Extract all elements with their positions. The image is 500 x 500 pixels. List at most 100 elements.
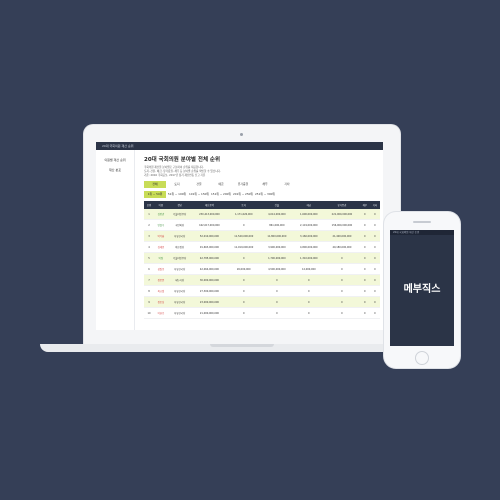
- cell-name: 최교일: [154, 285, 168, 297]
- table-row[interactable]: 8 최교일 자유한국당 27,300,000,000 0 0 0 0 0 0: [144, 285, 380, 297]
- cell-land: 0: [227, 252, 261, 264]
- cell-land: 0: [227, 274, 261, 286]
- cell-party: 더불어민주당: [167, 209, 192, 220]
- table-row[interactable]: 1 김병관 더불어민주당 230,413,000,000 1,171,026,000 4,…: [144, 209, 380, 220]
- cell-securities: 221,000,000,000: [324, 209, 360, 220]
- table-row[interactable]: 6 성일종 자유한국당 42,064,000,000 26,000,000 4,500,0…: [144, 263, 380, 275]
- tab-deposit[interactable]: 예금: [210, 181, 232, 188]
- table-row[interactable]: 9 정종섭 자유한국당 23,000,000,000 0 0 0 0 0 0: [144, 296, 380, 308]
- cell-etc: 0: [369, 230, 380, 242]
- table-row[interactable]: 3 박덕흠 자유한국당 52,010,000,000 11,540,000,000 11,…: [144, 230, 380, 242]
- cell-etc: 0: [369, 274, 380, 286]
- tab-debt[interactable]: 채무: [254, 181, 276, 188]
- cell-deposit: 4,800,000,000: [293, 241, 325, 253]
- category-tabs: 전체 토지 건물 예금 유가증권 채무 기타: [144, 181, 377, 188]
- col-name: 이름: [154, 201, 168, 209]
- cell-rank: 3: [144, 230, 155, 242]
- cell-securities: 156,000,000,000: [324, 219, 360, 231]
- tab-land[interactable]: 토지: [166, 181, 188, 188]
- cell-name: 김병관: [154, 209, 168, 220]
- desc-line: 기준: 2016 국회공보, 2017년 정기 재산변동 신고 기준: [144, 174, 206, 177]
- sidebar-item-rank[interactable]: 의원별 재산 순위: [96, 158, 134, 162]
- cell-building: 0: [260, 274, 294, 286]
- sidebar: 의원별 재산 순위 재산 분포: [96, 150, 135, 330]
- cell-total: 30,000,000,000: [191, 274, 228, 286]
- col-rank: 순위: [144, 201, 155, 209]
- cell-total: 21,000,000,000: [191, 307, 228, 319]
- cell-total: 42,064,000,000: [191, 263, 228, 275]
- cell-deposit: 0: [293, 274, 325, 286]
- tab-all[interactable]: 전체: [144, 181, 166, 188]
- cell-building: 0: [260, 296, 294, 308]
- col-deposit: 예금: [293, 201, 325, 209]
- range-tabs: 1위 ~ 50위 51위 ~ 100위 101위 ~ 150위 151위 ~ 2…: [144, 191, 377, 198]
- tab-range-5[interactable]: 201위 ~ 250위: [232, 191, 254, 198]
- tab-range-1[interactable]: 1위 ~ 50위: [144, 191, 166, 198]
- cell-land: 11,919,000,000: [227, 241, 261, 253]
- cell-total: 162,017,000,000: [191, 219, 228, 231]
- table-row[interactable]: 2 안철수 국민의당 162,017,000,000 0 861,000,000 2,119…: [144, 219, 380, 231]
- tab-securities[interactable]: 유가증권: [232, 181, 254, 188]
- cell-rank: 7: [144, 274, 155, 286]
- cell-rank: 8: [144, 285, 155, 297]
- cell-name: 김세연: [154, 241, 168, 253]
- tab-range-3[interactable]: 101위 ~ 150위: [188, 191, 210, 198]
- cell-debt: 0: [359, 274, 370, 286]
- col-debt: 채무: [359, 201, 370, 209]
- phone: 20대 국회의원 재산 순위 메부직스: [384, 212, 460, 368]
- cell-etc: 0: [369, 219, 380, 231]
- tab-etc[interactable]: 기타: [276, 181, 298, 188]
- cell-deposit: 1,310,000,000: [293, 252, 325, 264]
- cell-total: 27,300,000,000: [191, 285, 228, 297]
- cell-debt: 0: [359, 241, 370, 253]
- cell-party: 국민의당: [167, 219, 192, 231]
- cell-debt: 0: [359, 285, 370, 297]
- tab-range-6[interactable]: 251위 ~ 300위: [254, 191, 276, 198]
- cell-building: 4,014,000,000: [260, 209, 294, 220]
- laptop: 20대 국회의원 재산 순위 의원별 재산 순위 재산 분포 20대 국회의원 …: [84, 125, 400, 345]
- table-row[interactable]: 5 박정 더불어민주당 42,785,000,000 0 1,700,000,000 1,3…: [144, 252, 380, 264]
- cell-land: 0: [227, 219, 261, 231]
- cell-rank: 9: [144, 296, 155, 308]
- cell-building: 861,000,000: [260, 219, 294, 231]
- cell-party: 자유한국당: [167, 230, 192, 242]
- cell-deposit: 2,119,000,000: [293, 219, 325, 231]
- ranking-table: 순위 이름 정당 재산총액 토지 건물 예금 유가증권 채무 기타 1 김병관 더불…: [144, 201, 380, 319]
- home-button[interactable]: [415, 351, 429, 365]
- col-securities: 유가증권: [324, 201, 360, 209]
- page-description: 국회의원 재산을 분야별로 구분하여 순위를 제공합니다. 토지, 건물, 예금…: [144, 166, 264, 178]
- cell-debt: 0: [359, 263, 370, 275]
- cell-deposit: 0: [293, 285, 325, 297]
- cell-building: 11,800,000,000: [260, 230, 294, 242]
- cell-land: 0: [227, 307, 261, 319]
- cell-land: 26,000,000: [227, 263, 261, 275]
- cell-etc: 0: [369, 263, 380, 275]
- camera-dot: [240, 133, 243, 136]
- cell-total: 42,785,000,000: [191, 252, 228, 264]
- cell-total: 91,663,000,000: [191, 241, 228, 253]
- sidebar-item-distribution[interactable]: 재산 분포: [96, 168, 134, 172]
- cell-etc: 0: [369, 285, 380, 297]
- col-building: 건물: [260, 201, 294, 209]
- phone-speaker: [413, 221, 431, 223]
- cell-securities: 49,180,000,000: [324, 241, 360, 253]
- laptop-screen: 20대 국회의원 재산 순위 의원별 재산 순위 재산 분포 20대 국회의원 …: [96, 142, 383, 330]
- col-total: 재산총액: [191, 201, 228, 209]
- tab-range-4[interactable]: 151위 ~ 200위: [210, 191, 232, 198]
- table-row[interactable]: 4 김세연 바른정당 91,663,000,000 11,919,000,000 3,90…: [144, 241, 380, 253]
- cell-rank: 1: [144, 209, 155, 220]
- cell-debt: 0: [359, 230, 370, 242]
- tab-building[interactable]: 건물: [188, 181, 210, 188]
- tab-range-2[interactable]: 51위 ~ 100위: [166, 191, 188, 198]
- cell-party: 자유한국당: [167, 285, 192, 297]
- cell-debt: 0: [359, 219, 370, 231]
- table-row[interactable]: 10 이헌승 자유한국당 21,000,000,000 0 0 0 0 0 0: [144, 307, 380, 319]
- cell-land: 0: [227, 285, 261, 297]
- phone-screen: 20대 국회의원 재산 순위 메부직스: [390, 230, 454, 346]
- table-row[interactable]: 7 정몽준 새누리당 30,000,000,000 0 0 0 0 0 0: [144, 274, 380, 286]
- cell-securities: 0: [324, 263, 360, 275]
- cell-name: 안철수: [154, 219, 168, 231]
- cell-securities: 0: [324, 285, 360, 297]
- cell-securities: 21,400,000,000: [324, 230, 360, 242]
- cell-name: 정몽준: [154, 274, 168, 286]
